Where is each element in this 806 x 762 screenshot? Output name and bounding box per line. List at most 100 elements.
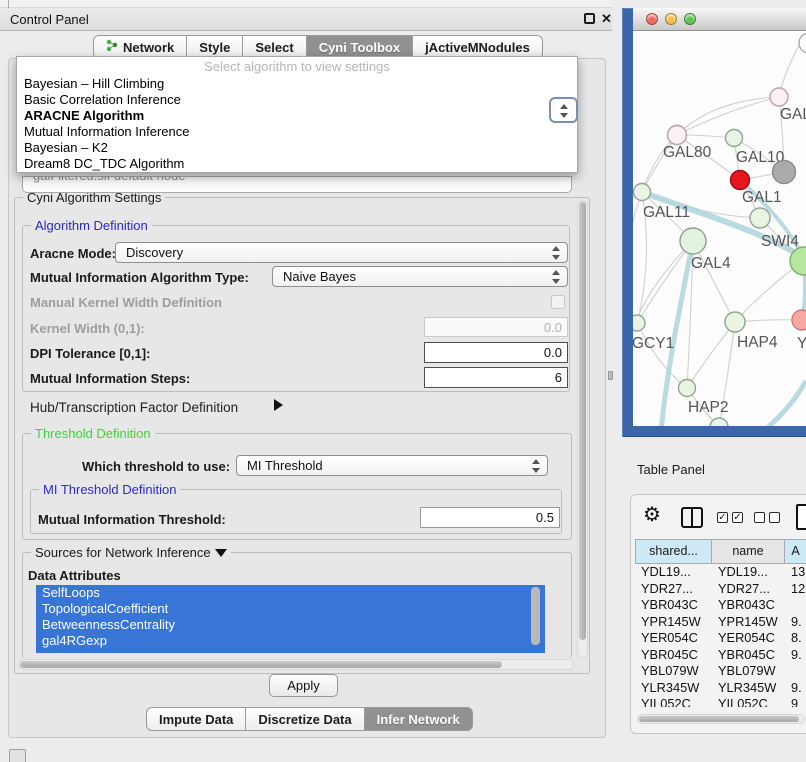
tab-infer-network[interactable]: Infer Network — [365, 707, 473, 731]
columns-icon[interactable] — [681, 507, 703, 528]
network-combo-partial[interactable]: galFiltered.sif default node — [22, 176, 572, 193]
table-row[interactable]: YPR145WYPR145W9. — [635, 614, 806, 631]
attributes-list-scrollbar[interactable] — [531, 587, 540, 645]
algorithm-combo-fragment[interactable] — [549, 97, 578, 123]
select-all-columns-icon[interactable]: ✓ ✓ — [717, 512, 743, 523]
table-cell: 13 — [785, 564, 806, 581]
traffic-light-minimize[interactable] — [665, 13, 677, 25]
table-row[interactable]: YLR345WYLR345W9. — [635, 680, 806, 697]
new-table-icon[interactable] — [796, 504, 806, 530]
network-edge[interactable] — [633, 192, 642, 271]
threshold-definition-title: Threshold Definition — [31, 426, 155, 441]
dropdown-item-bayesian-k2[interactable]: Bayesian – K2 — [17, 140, 577, 156]
unselect-all-columns-icon[interactable] — [754, 512, 780, 523]
network-window-titlebar[interactable] — [633, 8, 806, 31]
dropdown-item-bayesian-hill-climbing[interactable]: Bayesian – Hill Climbing — [17, 76, 577, 92]
traffic-light-close[interactable] — [646, 13, 658, 25]
stepper-icon — [531, 459, 540, 473]
mi-steps-field[interactable]: 6 — [424, 367, 568, 388]
dropdown-item-aracne-algorithm[interactable]: ARACNE Algorithm — [17, 108, 577, 124]
table-cell: YDR27... — [635, 581, 712, 598]
table-row[interactable]: YIL052CYIL052C9 — [635, 696, 806, 707]
bottom-grip[interactable] — [9, 749, 26, 762]
column-header-a[interactable]: A — [785, 539, 806, 564]
attribute-item-gal4rgexp[interactable]: gal4RGexp — [36, 633, 545, 649]
network-node-gal80[interactable] — [668, 126, 687, 145]
network-node-label-gal11: GAL11 — [643, 204, 690, 221]
network-node-label-gal-top: GAL — [780, 106, 806, 123]
tab-label: Network — [123, 40, 174, 55]
network-node-gal-top[interactable] — [770, 88, 788, 106]
mi-threshold-label: Mutual Information Threshold: — [38, 512, 226, 527]
which-threshold-combo[interactable]: MI Threshold — [236, 455, 548, 476]
table-cell: 9. — [785, 614, 806, 631]
network-node-gal1[interactable] — [731, 171, 750, 190]
network-edge[interactable] — [677, 97, 779, 135]
network-node-label-gcy1: GCY1 — [633, 335, 674, 352]
network-node-gcy1[interactable] — [633, 315, 645, 331]
network-edge[interactable] — [687, 322, 735, 388]
settings-hscroll-thumb[interactable] — [20, 661, 502, 668]
dropdown-item-mutual-information-inference[interactable]: Mutual Information Inference — [17, 124, 577, 140]
network-node-salmon-node[interactable] — [792, 310, 806, 330]
close-icon[interactable]: ✕ — [601, 11, 612, 27]
table-row[interactable]: YDR27...YDR27...12 — [635, 581, 806, 598]
network-node-swi4[interactable] — [750, 208, 770, 228]
table-row[interactable]: YER054CYER054C8. — [635, 630, 806, 647]
tab-impute-data[interactable]: Impute Data — [146, 707, 246, 731]
table-body: YDL19...YDL19...13YDR27...YDR27...12YBR0… — [635, 564, 806, 707]
dropdown-item-dream8-dc-tdc-algorithm[interactable]: Dream8 DC_TDC Algorithm — [17, 156, 577, 172]
network-node-hap2[interactable] — [679, 380, 696, 397]
screen: Control Panel ✕ NetworkStyleSelectCyni T… — [0, 0, 806, 762]
table-cell: YBR045C — [712, 647, 785, 664]
manual-kernel-checkbox[interactable] — [551, 295, 565, 309]
network-node-label-gal80: GAL80 — [663, 144, 712, 161]
network-node-gal11[interactable] — [634, 184, 651, 201]
gear-icon[interactable]: ⚙ — [643, 502, 661, 527]
table-row[interactable]: YBL079WYBL079W — [635, 663, 806, 680]
panel-splitter-handle[interactable] — [608, 371, 613, 380]
attribute-item-topologicalcoefficient[interactable]: TopologicalCoefficient — [36, 601, 545, 617]
network-node-hap4[interactable] — [725, 312, 745, 332]
table-cell: YDR27... — [712, 581, 785, 598]
mi-type-value: Naive Bayes — [283, 269, 356, 284]
mi-type-combo[interactable]: Naive Bayes — [272, 266, 568, 287]
network-edge[interactable] — [637, 323, 687, 388]
float-window-icon[interactable] — [584, 13, 595, 24]
network-node-partial-bottom[interactable] — [710, 418, 728, 426]
attribute-item-selfloops[interactable]: SelfLoops — [36, 585, 545, 601]
mi-threshold-field[interactable]: 0.5 — [420, 507, 560, 528]
data-attributes-list[interactable]: SelfLoopsTopologicalCoefficientBetweenne… — [36, 585, 545, 653]
sources-collapse-icon[interactable] — [215, 549, 227, 557]
table-row[interactable]: YBR045CYBR045C9. — [635, 647, 806, 664]
kernel-width-field[interactable]: 0.0 — [424, 317, 568, 337]
settings-vertical-scrollbar[interactable] — [577, 200, 588, 658]
table-row[interactable]: YBR043CYBR043C — [635, 597, 806, 614]
dropdown-item-basic-correlation-inference[interactable]: Basic Correlation Inference — [17, 92, 577, 108]
hub-expander-collapsed-icon[interactable] — [274, 399, 283, 411]
column-header-shared[interactable]: shared... — [635, 539, 712, 564]
network-node-gal10[interactable] — [726, 130, 743, 147]
settings-horizontal-scrollbar[interactable] — [18, 659, 574, 670]
dpi-tolerance-field[interactable]: 0.0 — [424, 342, 568, 363]
network-node-gray-node[interactable] — [773, 161, 796, 184]
settings-vscroll-thumb[interactable] — [579, 202, 586, 640]
table-hscroll-thumb[interactable] — [639, 716, 799, 722]
table-row[interactable]: YDL19...YDL19...13 — [635, 564, 806, 581]
table-cell: YBR043C — [712, 597, 785, 614]
table-horizontal-scrollbar[interactable] — [637, 714, 805, 724]
attribute-item-betweennesscentrality[interactable]: BetweennessCentrality — [36, 617, 545, 633]
table-cell: YBR045C — [635, 647, 712, 664]
apply-button[interactable]: Apply — [269, 674, 338, 697]
tab-discretize-data[interactable]: Discretize Data — [246, 707, 364, 731]
network-node-partial-top[interactable] — [799, 33, 806, 53]
network-edge[interactable] — [723, 381, 806, 426]
network-canvas[interactable]: GALGAL80GAL10GAL1GAL11SWI4GAL4GCY1HAP4YH… — [633, 31, 806, 426]
traffic-light-zoom[interactable] — [684, 13, 696, 25]
column-header-name[interactable]: name — [712, 539, 785, 564]
table-cell: YER054C — [635, 630, 712, 647]
aracne-mode-combo[interactable]: Discovery — [115, 242, 568, 263]
network-node-gal4[interactable] — [680, 228, 706, 254]
table-toolbar: ⚙ ✓ ✓ — [631, 495, 806, 539]
stepper-icon — [551, 270, 560, 284]
